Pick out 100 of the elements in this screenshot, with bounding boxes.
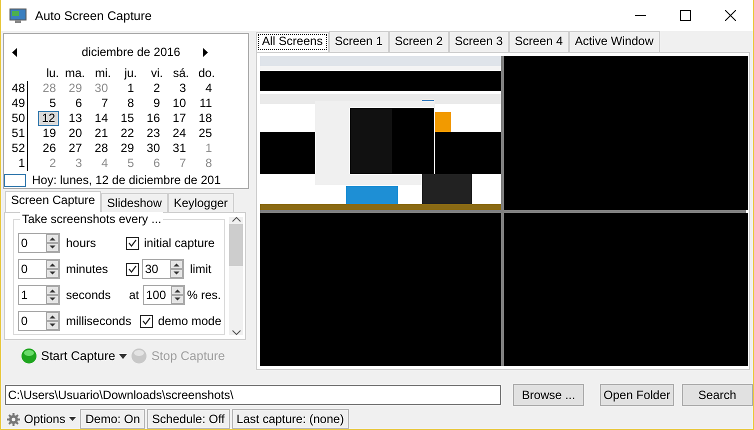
close-icon[interactable] — [725, 10, 736, 21]
calendar-day[interactable]: 24 — [163, 126, 189, 141]
options-menu[interactable]: Options — [5, 412, 78, 426]
calendar-day[interactable]: 8 — [111, 96, 137, 111]
calendar-day[interactable]: 20 — [59, 126, 85, 141]
search-button[interactable]: Search — [682, 384, 753, 406]
weekday-label: sá. — [172, 66, 189, 81]
status-light-icon — [131, 348, 148, 364]
unit-label: minutes — [66, 262, 110, 276]
unit-label: milliseconds — [66, 314, 132, 328]
week-number: 1 — [8, 156, 28, 171]
gear-icon — [7, 412, 20, 426]
check-icon — [128, 239, 137, 247]
tab[interactable]: Screen Capture — [5, 191, 102, 212]
weekday-label: do. — [197, 66, 215, 81]
number-field[interactable]: 100 — [143, 285, 185, 305]
calendar-day[interactable]: 17 — [163, 111, 189, 126]
calendar-day[interactable]: 28 — [85, 141, 111, 156]
calendar-day[interactable]: 26 — [33, 141, 59, 156]
calendar-day[interactable]: 13 — [59, 111, 85, 126]
spin-buttons-icon[interactable] — [46, 234, 59, 252]
previous-month-icon[interactable] — [12, 48, 17, 56]
calendar-day[interactable]: 1 — [111, 81, 137, 96]
folder-path-field[interactable]: C:\Users\Usuario\Downloads\screenshots\ — [5, 385, 501, 405]
calendar-day[interactable]: 14 — [85, 111, 111, 126]
tab[interactable]: Slideshow — [101, 193, 168, 212]
week-number: 52 — [8, 141, 28, 156]
open-folder-button[interactable]: Open Folder — [600, 384, 674, 406]
calendar-day[interactable]: 30 — [137, 141, 163, 156]
status-text: Demo: On — [80, 409, 146, 429]
spin-buttons-icon[interactable] — [170, 260, 183, 278]
check-icon — [128, 265, 137, 273]
spin-buttons-icon[interactable] — [46, 260, 59, 278]
calendar-day[interactable]: 23 — [137, 126, 163, 141]
browse-button[interactable]: Browse ... — [512, 384, 584, 406]
tab[interactable]: Screen 3 — [448, 31, 509, 52]
weekday-label: ma. — [64, 66, 85, 81]
calendar-day[interactable]: 31 — [163, 141, 189, 156]
group-title: Take screenshots every ... — [20, 212, 164, 226]
caret-icon — [69, 417, 76, 421]
tab[interactable]: Active Window — [568, 31, 660, 52]
today-link[interactable]: Hoy: lunes, 12 de diciembre de 201 — [32, 173, 221, 187]
calendar-day[interactable]: 6 — [59, 96, 85, 111]
calendar-day[interactable]: 10 — [163, 96, 189, 111]
calendar-day[interactable]: 19 — [33, 126, 59, 141]
window-title: Auto Screen Capture — [35, 8, 153, 22]
tab[interactable]: Keylogger — [168, 193, 234, 212]
calendar-day[interactable]: 7 — [85, 96, 111, 111]
calendar-day[interactable]: 15 — [111, 111, 137, 126]
check-icon — [142, 317, 151, 325]
app-icon — [9, 8, 27, 24]
maximize-icon[interactable] — [680, 10, 691, 21]
weekday-label: ju. — [123, 66, 137, 81]
checkbox-label: demo mode — [158, 314, 222, 328]
calendar-day[interactable]: 2 — [137, 81, 163, 96]
tab[interactable]: Screen 1 — [328, 31, 389, 52]
vertical-scrollbar[interactable] — [229, 217, 243, 335]
tab[interactable]: Screen 4 — [508, 31, 569, 52]
calendar-day[interactable]: 9 — [137, 96, 163, 111]
dropdown-caret-icon[interactable] — [119, 354, 128, 358]
calendar-day[interactable]: 21 — [85, 126, 111, 141]
checkbox-label: initial capture — [144, 236, 215, 250]
calendar-day[interactable]: 12 — [38, 111, 59, 126]
calendar-day[interactable]: 25 — [189, 126, 215, 141]
number-field[interactable]: 0 — [18, 259, 60, 279]
calendar-day[interactable]: 16 — [137, 111, 163, 126]
calendar-day[interactable]: 11 — [189, 96, 215, 111]
limit-label: limit — [190, 262, 212, 276]
today-marker-icon — [4, 174, 26, 186]
checkbox[interactable] — [126, 262, 139, 276]
spin-buttons-icon[interactable] — [46, 312, 59, 330]
status-text: Last capture: (none) — [232, 409, 349, 429]
calendar-day[interactable]: 4 — [189, 81, 215, 96]
weekday-label: mi. — [94, 66, 111, 81]
calendar-day[interactable]: 22 — [111, 126, 137, 141]
weekday-label: vi. — [150, 66, 163, 81]
checkbox[interactable] — [126, 236, 139, 250]
tab[interactable]: Screen 2 — [388, 31, 449, 52]
calendar-day[interactable]: 18 — [189, 111, 215, 126]
calendar-day[interactable]: 3 — [163, 81, 189, 96]
week-number: 48 — [8, 81, 28, 96]
calendar-day[interactable]: 5 — [33, 96, 59, 111]
checkbox[interactable] — [140, 314, 153, 328]
number-field[interactable]: 0 — [18, 233, 60, 253]
next-month-icon[interactable] — [202, 48, 208, 56]
status-light-icon — [21, 348, 37, 364]
number-field[interactable]: 1 — [18, 285, 60, 305]
number-field[interactable]: 30 — [142, 259, 184, 279]
at-label: at — [128, 288, 139, 302]
tab[interactable]: All Screens — [256, 32, 329, 52]
start-capture-button[interactable]: Start Capture — [21, 348, 116, 364]
scroll-up-icon — [232, 217, 240, 222]
calendar-day[interactable]: 29 — [111, 141, 137, 156]
weekday-label: lu. — [45, 66, 59, 81]
unit-label: hours — [66, 236, 98, 250]
unit-label: seconds — [66, 288, 112, 302]
calendar-day[interactable]: 27 — [59, 141, 85, 156]
number-field[interactable]: 0 — [18, 311, 60, 331]
spin-buttons-icon[interactable] — [46, 286, 59, 304]
spin-buttons-icon[interactable] — [171, 286, 184, 304]
